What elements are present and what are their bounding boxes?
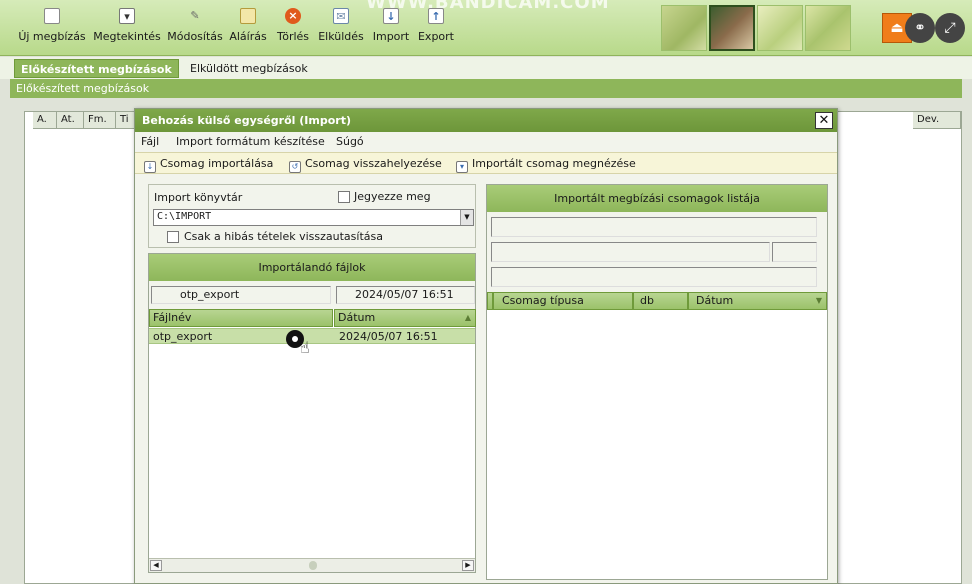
column-header-ti[interactable]: Ti bbox=[116, 112, 136, 129]
column-header-date-label: Dátum bbox=[338, 311, 376, 324]
delete-label: Törlés bbox=[276, 30, 310, 43]
column-header-package-type[interactable]: Csomag típusa bbox=[493, 292, 633, 310]
module-thumbnail-1[interactable] bbox=[661, 5, 707, 51]
edit-icon: ✎ bbox=[190, 9, 200, 22]
tab-sent-orders[interactable]: Elküldött megbízások bbox=[184, 59, 314, 78]
view-button[interactable]: ▾ Megtekintés bbox=[93, 8, 161, 52]
import-dialog: Behozás külső egységről (Import) ✕ Fájl … bbox=[134, 108, 838, 584]
column-header-dev[interactable]: Dev. bbox=[913, 112, 961, 129]
tab-row: Előkészített megbízások Elküldött megbíz… bbox=[0, 57, 972, 79]
import-package-button[interactable]: ↓ Csomag importálása bbox=[144, 157, 273, 173]
dialog-menubar: Fájl Import formátum készítése Súgó bbox=[135, 133, 837, 151]
import-button[interactable]: ↓ Import bbox=[370, 8, 412, 52]
import-label: Import bbox=[372, 30, 410, 43]
column-header-pkg-date[interactable]: Dátum ▼ bbox=[688, 292, 827, 310]
files-panel: Importálandó fájlok otp_export 2024/05/0… bbox=[148, 253, 476, 573]
import-directory-group: Import könyvtár Jegyezze meg C:\IMPORT ▼… bbox=[148, 184, 476, 248]
delete-icon: × bbox=[285, 8, 301, 24]
menu-file[interactable]: Fájl bbox=[141, 135, 159, 148]
sort-asc-icon: ▲ bbox=[464, 313, 471, 322]
modify-button[interactable]: ✎ Módosítás bbox=[166, 8, 224, 52]
files-panel-title: Importálandó fájlok bbox=[149, 254, 475, 281]
restore-package-button[interactable]: ↺ Csomag visszahelyezése bbox=[289, 157, 442, 173]
view-imported-package-button[interactable]: ▾ Importált csomag megnézése bbox=[456, 157, 636, 173]
modify-label: Módosítás bbox=[167, 30, 223, 43]
package-filter-2[interactable] bbox=[491, 242, 770, 262]
new-order-label: Új megbízás bbox=[18, 30, 86, 43]
menu-import-format[interactable]: Import formátum készítése bbox=[176, 135, 325, 148]
menu-help[interactable]: Súgó bbox=[336, 135, 364, 148]
import-directory-label: Import könyvtár bbox=[154, 191, 243, 204]
sign-button[interactable]: Aláírás bbox=[228, 8, 268, 52]
files-column-headers: Fájlnév Dátum ▲ bbox=[149, 309, 476, 327]
imported-packages-panel: Importált megbízási csomagok listája Cso… bbox=[486, 184, 828, 580]
remember-label: Jegyezze meg bbox=[354, 190, 431, 203]
delete-button[interactable]: × Törlés bbox=[274, 8, 312, 52]
file-date-cell: 2024/05/07 16:51 bbox=[339, 330, 438, 343]
section-title: Előkészített megbízások bbox=[10, 79, 962, 98]
column-header-filename[interactable]: Fájlnév bbox=[149, 309, 333, 327]
view-imported-package-label: Importált csomag megnézése bbox=[472, 157, 636, 170]
column-header-fm[interactable]: Fm. bbox=[84, 112, 116, 129]
import-icon: ↓ bbox=[383, 8, 399, 24]
column-header-count[interactable]: db bbox=[633, 292, 688, 310]
import-package-label: Csomag importálása bbox=[160, 157, 274, 170]
export-icon: ↑ bbox=[428, 8, 444, 24]
table-row[interactable]: otp_export 2024/05/07 16:51 bbox=[149, 328, 475, 344]
view-icon: ▾ bbox=[119, 8, 135, 24]
view-label: Megtekintés bbox=[93, 30, 161, 43]
link-icon[interactable]: ⚭ bbox=[905, 13, 935, 43]
mail-icon: ✉ bbox=[333, 8, 349, 24]
new-order-button[interactable]: Új megbízás bbox=[18, 8, 86, 52]
sign-label: Aláírás bbox=[229, 30, 267, 43]
dialog-title: Behozás külső egységről (Import) bbox=[135, 109, 837, 132]
package-filter-1[interactable] bbox=[491, 217, 817, 237]
send-button[interactable]: ✉ Elküldés bbox=[317, 8, 365, 52]
send-label: Elküldés bbox=[318, 30, 364, 43]
scroll-left-icon[interactable]: ◀ bbox=[150, 560, 162, 571]
restore-package-icon: ↺ bbox=[289, 161, 301, 173]
view-package-icon: ▾ bbox=[456, 161, 468, 173]
filter-icon: ▼ bbox=[815, 296, 822, 305]
column-header-at[interactable]: At. bbox=[57, 112, 84, 129]
restore-package-label: Csomag visszahelyezése bbox=[305, 157, 442, 170]
export-button[interactable]: ↑ Export bbox=[416, 8, 456, 52]
scrollbar-thumb[interactable] bbox=[309, 561, 317, 570]
column-header-a[interactable]: A. bbox=[33, 112, 57, 129]
main-toolbar: WWW.BANDICAM.COM Új megbízás ▾ Megtekint… bbox=[0, 0, 972, 56]
hand-cursor-icon: ☝ bbox=[300, 338, 310, 357]
module-thumbnail-4[interactable] bbox=[805, 5, 851, 51]
packages-column-headers: Csomag típusa db Dátum ▼ bbox=[487, 292, 827, 310]
reject-errors-label: Csak a hibás tételek visszautasítása bbox=[184, 230, 383, 243]
sign-icon bbox=[240, 8, 256, 24]
tab-prepared-orders[interactable]: Előkészített megbízások bbox=[14, 59, 179, 78]
fullscreen-icon[interactable]: ⤢ bbox=[935, 13, 965, 43]
export-label: Export bbox=[417, 30, 454, 43]
import-directory-value: C:\IMPORT bbox=[157, 211, 212, 222]
column-header-pkg-date-label: Dátum bbox=[696, 294, 734, 307]
date-filter[interactable]: 2024/05/07 16:51 bbox=[336, 286, 475, 304]
import-directory-select[interactable]: C:\IMPORT ▼ bbox=[153, 209, 474, 226]
packages-filter-fields bbox=[487, 212, 827, 292]
horizontal-scrollbar[interactable]: ◀ ▶ bbox=[149, 558, 475, 572]
column-header-date[interactable]: Dátum ▲ bbox=[334, 309, 476, 327]
file-name-cell: otp_export bbox=[153, 330, 213, 343]
packages-panel-title: Importált megbízási csomagok listája bbox=[487, 185, 827, 212]
module-thumbnail-3[interactable] bbox=[757, 5, 803, 51]
files-filter-row: otp_export 2024/05/07 16:51 bbox=[149, 281, 475, 309]
package-filter-4[interactable] bbox=[491, 267, 817, 287]
filename-filter[interactable]: otp_export bbox=[151, 286, 331, 304]
chevron-down-icon[interactable]: ▼ bbox=[460, 210, 473, 225]
reject-errors-checkbox[interactable] bbox=[167, 231, 179, 243]
scroll-right-icon[interactable]: ▶ bbox=[462, 560, 474, 571]
import-package-icon: ↓ bbox=[144, 161, 156, 173]
module-thumbnail-2[interactable] bbox=[709, 5, 755, 51]
remember-checkbox[interactable] bbox=[338, 191, 350, 203]
dialog-actionbar: ↓ Csomag importálása ↺ Csomag visszahelyez… bbox=[135, 152, 837, 174]
package-filter-3[interactable] bbox=[772, 242, 817, 262]
new-document-icon bbox=[44, 8, 60, 24]
close-icon[interactable]: ✕ bbox=[815, 112, 833, 129]
